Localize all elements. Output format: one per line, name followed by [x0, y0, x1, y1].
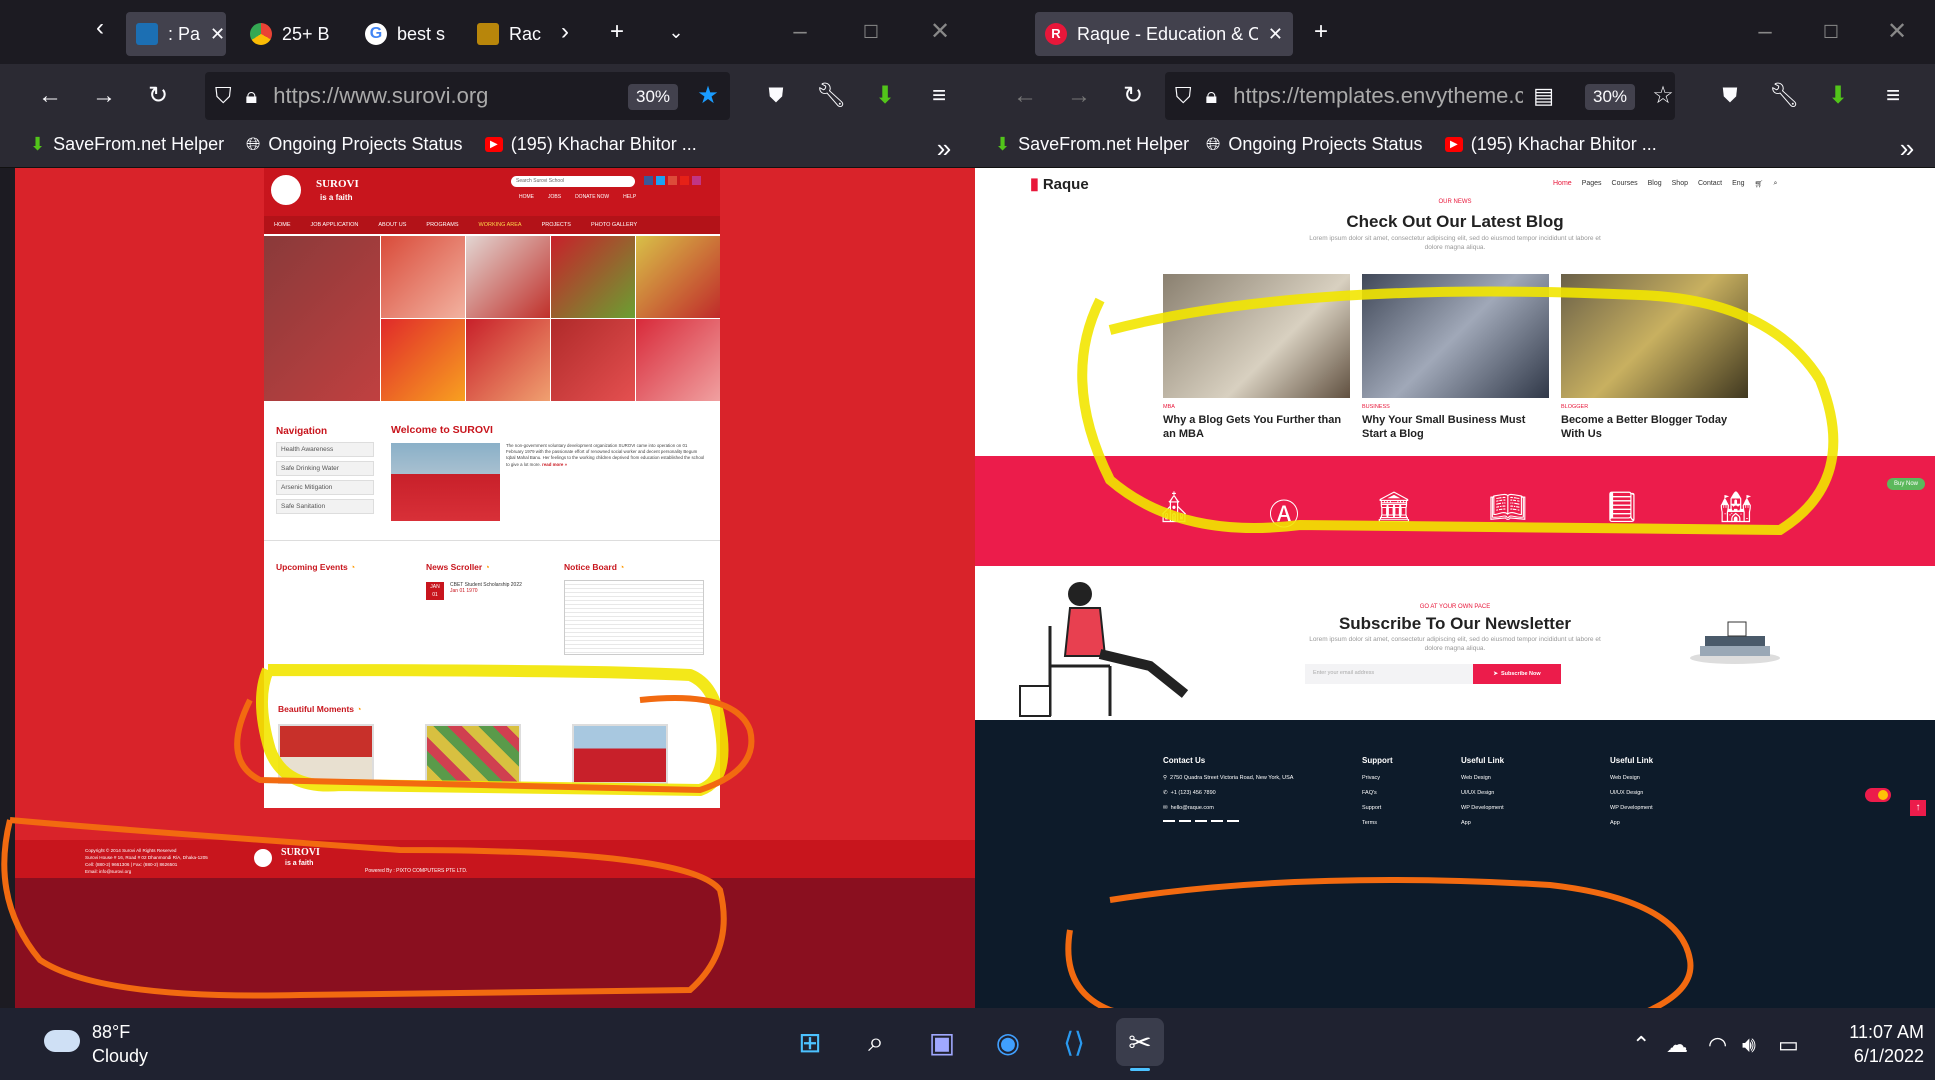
onedrive-cloud-icon[interactable]: ☁ [1666, 1032, 1688, 1058]
search-icon[interactable]: ⌕ [852, 1018, 900, 1066]
weather-desc[interactable]: Cloudy [92, 1046, 148, 1067]
snipping-tool-icon[interactable]: ✂ [1116, 1018, 1164, 1066]
vscode-icon[interactable]: ⟨⟩ [1050, 1018, 1098, 1066]
cloud-icon [44, 1030, 80, 1052]
teams-chat-icon[interactable]: ▣ [918, 1018, 966, 1066]
battery-icon[interactable]: ▭ [1778, 1032, 1799, 1058]
windows-start-icon[interactable]: ⊞ [786, 1018, 834, 1066]
clock-time[interactable]: 11:07 AM [1834, 1022, 1924, 1043]
weather-temp[interactable]: 88°F [92, 1022, 130, 1043]
active-app-indicator [1130, 1068, 1150, 1071]
clock-date[interactable]: 6/1/2022 [1834, 1046, 1924, 1067]
chevron-up-icon[interactable]: ⌃ [1632, 1032, 1650, 1058]
volume-icon[interactable]: 🔊︎ [1742, 1032, 1756, 1058]
wifi-icon[interactable]: ◠ [1708, 1032, 1727, 1058]
annotation-marks [1, 286, 1839, 1049]
firefox-icon[interactable]: ◉ [984, 1018, 1032, 1066]
